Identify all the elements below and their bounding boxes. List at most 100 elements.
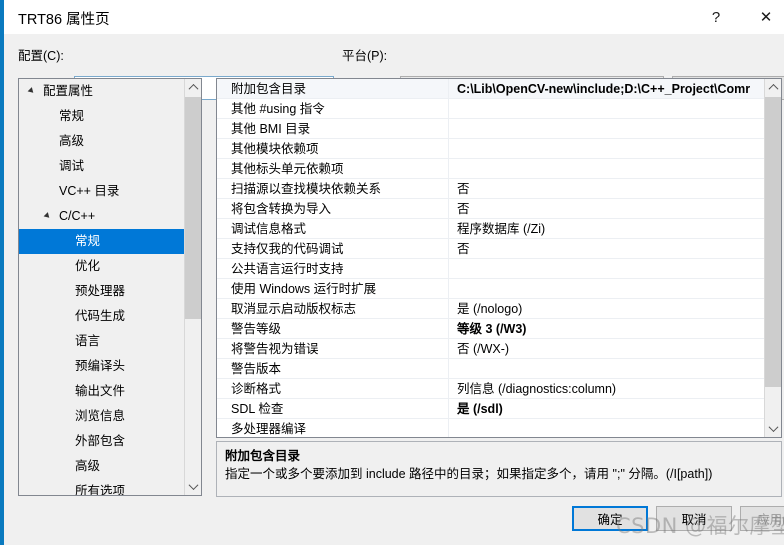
property-value[interactable]: 否: [449, 199, 766, 218]
sidebar-item-13[interactable]: 浏览信息: [19, 404, 186, 429]
title-bar: TRT86 属性页 ? ✕: [4, 0, 784, 34]
property-name: 附加包含目录: [217, 79, 449, 98]
sidebar-item-2[interactable]: 高级: [19, 129, 186, 154]
property-value[interactable]: [449, 359, 766, 378]
sidebar-item-0[interactable]: 配置属性: [19, 79, 186, 104]
property-value[interactable]: [449, 99, 766, 118]
property-value[interactable]: [449, 159, 766, 178]
property-row[interactable]: SDL 检查是 (/sdl): [217, 399, 766, 419]
sidebar-item-10[interactable]: 语言: [19, 329, 186, 354]
cancel-button[interactable]: 取消: [656, 506, 732, 531]
settings-tree-panel: 配置属性 常规 高级 调试 VC++ 目录 C/C++ 常规 优化 预处理器 代码生成 语言 预编译头…: [18, 78, 202, 496]
tree-scroll-down-button[interactable]: [185, 478, 201, 495]
property-name: SDL 检查: [217, 399, 449, 418]
property-row[interactable]: 支持仅我的代码调试否: [217, 239, 766, 259]
property-row[interactable]: 其他标头单元依赖项: [217, 159, 766, 179]
sidebar-item-11[interactable]: 预编译头: [19, 354, 186, 379]
sidebar-item-label: 优化: [75, 259, 101, 273]
property-value[interactable]: 是 (/nologo): [449, 299, 766, 318]
property-value[interactable]: 等级 3 (/W3): [449, 319, 766, 338]
property-row[interactable]: 诊断格式 列信息 (/diagnostics:column): [217, 379, 766, 399]
sidebar-item-16[interactable]: 所有选项: [19, 479, 186, 495]
property-name: 调试信息格式: [217, 219, 449, 238]
configuration-label: 配置(C):: [18, 49, 64, 63]
tree-scrollbar[interactable]: [184, 79, 201, 495]
sidebar-item-3[interactable]: 调试: [19, 154, 186, 179]
property-name: 警告版本: [217, 359, 449, 378]
property-value[interactable]: 否: [449, 239, 766, 258]
sidebar-item-label: 预处理器: [75, 284, 126, 298]
platform-label: 平台(P):: [342, 49, 388, 63]
property-name: 其他 #using 指令: [217, 99, 449, 118]
property-name: 警告等级: [217, 319, 449, 338]
property-value[interactable]: C:\Lib\OpenCV-new\include;D:\C++_Project…: [449, 79, 766, 98]
property-name: 将包含转换为导入: [217, 199, 449, 218]
sidebar-item-label: 常规: [59, 109, 85, 123]
property-value[interactable]: 是 (/sdl): [449, 399, 766, 418]
property-value[interactable]: [449, 279, 766, 298]
grid-scroll-down-button[interactable]: [765, 420, 781, 437]
description-text: 指定一个或多个要添加到 include 路径中的目录；如果指定多个，请用 ";"…: [225, 467, 713, 481]
sidebar-item-label: VC++ 目录: [59, 184, 120, 198]
property-row[interactable]: 其他 #using 指令: [217, 99, 766, 119]
tree-scroll-up-button[interactable]: [185, 79, 201, 96]
property-row[interactable]: 附加包含目录 C:\Lib\OpenCV-new\include;D:\C++_P…: [217, 79, 766, 99]
tree-scrollbar-thumb[interactable]: [185, 97, 201, 319]
property-row[interactable]: 警告版本: [217, 359, 766, 379]
sidebar-item-label: 代码生成: [75, 309, 126, 323]
sidebar-item-label: 输出文件: [75, 384, 126, 398]
description-title: 附加包含目录: [225, 449, 301, 463]
property-row[interactable]: 扫描源以查找模块依赖关系否: [217, 179, 766, 199]
sidebar-item-label: C/C++: [59, 209, 96, 223]
property-value[interactable]: [449, 259, 766, 278]
sidebar-item-label: 语言: [75, 334, 101, 348]
sidebar-item-label: 外部包含: [75, 434, 126, 448]
property-row[interactable]: 公共语言运行时支持: [217, 259, 766, 279]
property-value[interactable]: 列信息 (/diagnostics:column): [449, 379, 766, 398]
grid-scrollbar[interactable]: [764, 79, 781, 437]
sidebar-item-1[interactable]: 常规: [19, 104, 186, 129]
close-button[interactable]: ✕: [744, 0, 784, 34]
property-grid: 附加包含目录 C:\Lib\OpenCV-new\include;D:\C++_P…: [217, 79, 766, 437]
ok-button[interactable]: 确定: [572, 506, 648, 531]
property-name: 其他 BMI 目录: [217, 119, 449, 138]
property-pages-dialog: TRT86 属性页 ? ✕ 配置(C): Release 平台(P): x64 …: [0, 0, 784, 545]
sidebar-item-9[interactable]: 代码生成: [19, 304, 186, 329]
chevron-down-icon: [768, 422, 778, 433]
sidebar-item-label: 配置属性: [43, 84, 94, 98]
sidebar-item-4[interactable]: VC++ 目录: [19, 179, 186, 204]
sidebar-item-12[interactable]: 输出文件: [19, 379, 186, 404]
property-row[interactable]: 警告等级 等级 3 (/W3): [217, 319, 766, 339]
apply-button[interactable]: 应用(A): [740, 506, 784, 531]
property-value[interactable]: [449, 419, 766, 437]
property-row[interactable]: 将警告视为错误否 (/WX-): [217, 339, 766, 359]
sidebar-item-7[interactable]: 优化: [19, 254, 186, 279]
property-value[interactable]: 否 (/WX-): [449, 339, 766, 358]
sidebar-item-8[interactable]: 预处理器: [19, 279, 186, 304]
sidebar-item-6[interactable]: 常规: [19, 229, 186, 254]
property-row[interactable]: 将包含转换为导入否: [217, 199, 766, 219]
grid-scroll-up-button[interactable]: [765, 79, 781, 96]
property-row[interactable]: 取消显示启动版权标志是 (/nologo): [217, 299, 766, 319]
grid-scrollbar-thumb[interactable]: [765, 97, 781, 387]
chevron-up-icon: [188, 83, 198, 94]
property-row[interactable]: 调试信息格式 程序数据库 (/Zi): [217, 219, 766, 239]
property-value[interactable]: [449, 139, 766, 158]
property-row[interactable]: 使用 Windows 运行时扩展: [217, 279, 766, 299]
sidebar-item-label: 常规: [75, 234, 101, 248]
sidebar-item-label: 预编译头: [75, 359, 126, 373]
property-row[interactable]: 其他 BMI 目录: [217, 119, 766, 139]
property-name: 多处理器编译: [217, 419, 449, 437]
property-row[interactable]: 其他模块依赖项: [217, 139, 766, 159]
sidebar-item-label: 高级: [59, 134, 85, 148]
sidebar-item-5[interactable]: C/C++: [19, 204, 186, 229]
property-value[interactable]: 程序数据库 (/Zi): [449, 219, 766, 238]
property-value[interactable]: 否: [449, 179, 766, 198]
settings-tree: 配置属性 常规 高级 调试 VC++ 目录 C/C++ 常规 优化 预处理器 代码生成 语言 预编译头…: [19, 79, 186, 495]
sidebar-item-14[interactable]: 外部包含: [19, 429, 186, 454]
property-row[interactable]: 多处理器编译: [217, 419, 766, 437]
sidebar-item-15[interactable]: 高级: [19, 454, 186, 479]
property-name: 取消显示启动版权标志: [217, 299, 449, 318]
help-button[interactable]: ?: [694, 0, 738, 34]
property-value[interactable]: [449, 119, 766, 138]
